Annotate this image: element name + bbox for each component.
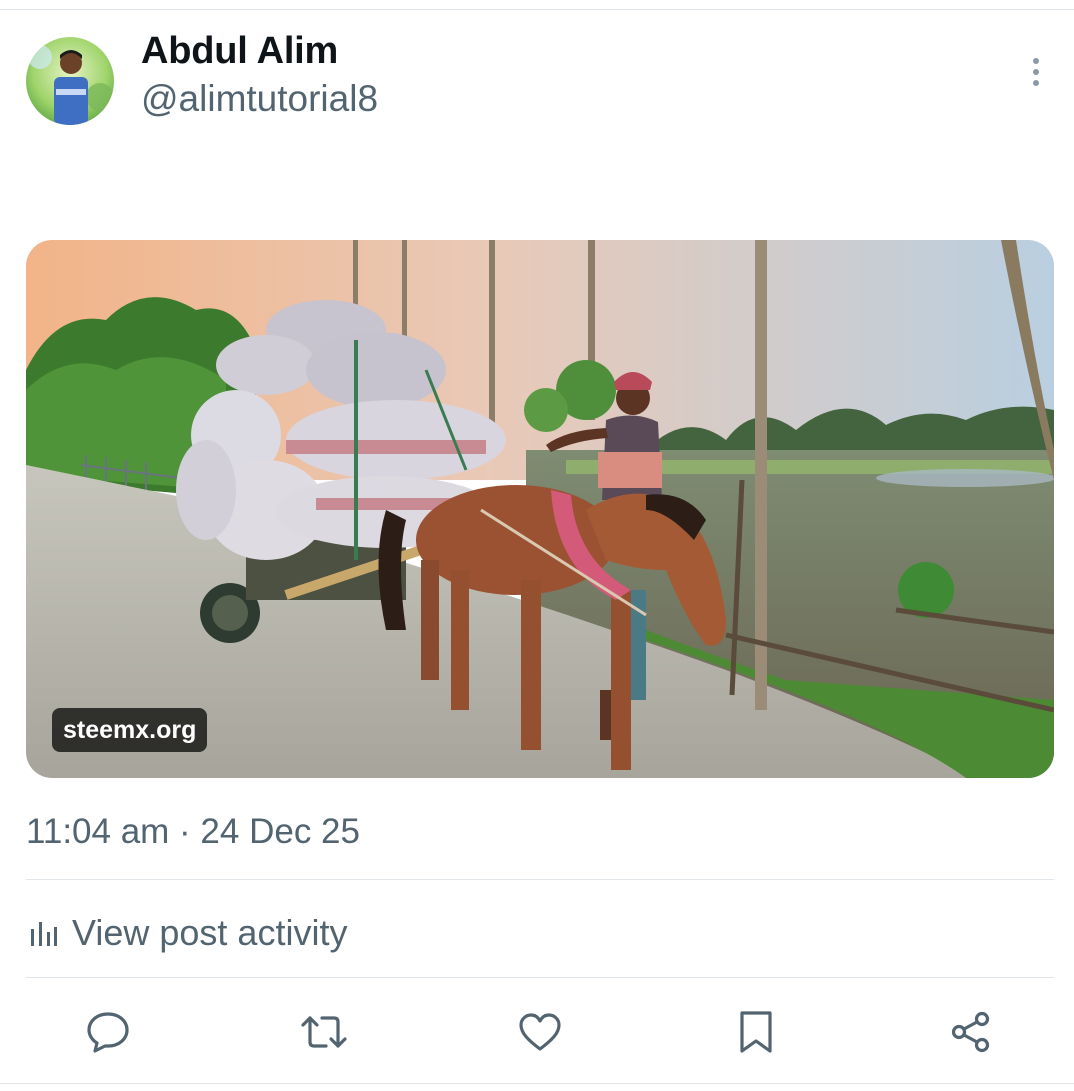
reply-button[interactable]	[80, 1005, 136, 1059]
display-name[interactable]: Abdul Alim	[141, 30, 338, 73]
post-timestamp[interactable]: 11:04 am · 24 Dec 25	[26, 812, 360, 852]
action-bar	[0, 1005, 1074, 1059]
top-divider	[0, 9, 1074, 10]
more-vertical-icon	[1033, 58, 1039, 86]
repost-button[interactable]	[296, 1005, 352, 1059]
view-post-activity-label: View post activity	[72, 912, 348, 953]
post-image[interactable]	[26, 240, 1054, 778]
bookmark-button[interactable]	[728, 1005, 784, 1059]
avatar[interactable]	[26, 37, 114, 125]
repost-arrows-icon	[301, 1016, 347, 1048]
heart-icon	[519, 1013, 561, 1051]
share-icon	[951, 1011, 990, 1053]
speech-bubble-icon	[87, 1012, 129, 1053]
like-button[interactable]	[512, 1005, 568, 1059]
more-options-button[interactable]	[1016, 50, 1056, 94]
bar-chart-icon	[31, 922, 57, 946]
divider	[26, 879, 1054, 880]
image-watermark: steemx.org	[52, 708, 208, 752]
divider	[26, 977, 1054, 978]
bookmark-icon	[740, 1011, 772, 1053]
view-post-activity-link[interactable]: View post activity	[26, 905, 347, 961]
user-handle[interactable]: @alimtutorial8	[141, 78, 378, 120]
bottom-divider	[0, 1083, 1074, 1084]
share-button[interactable]	[943, 1005, 999, 1059]
